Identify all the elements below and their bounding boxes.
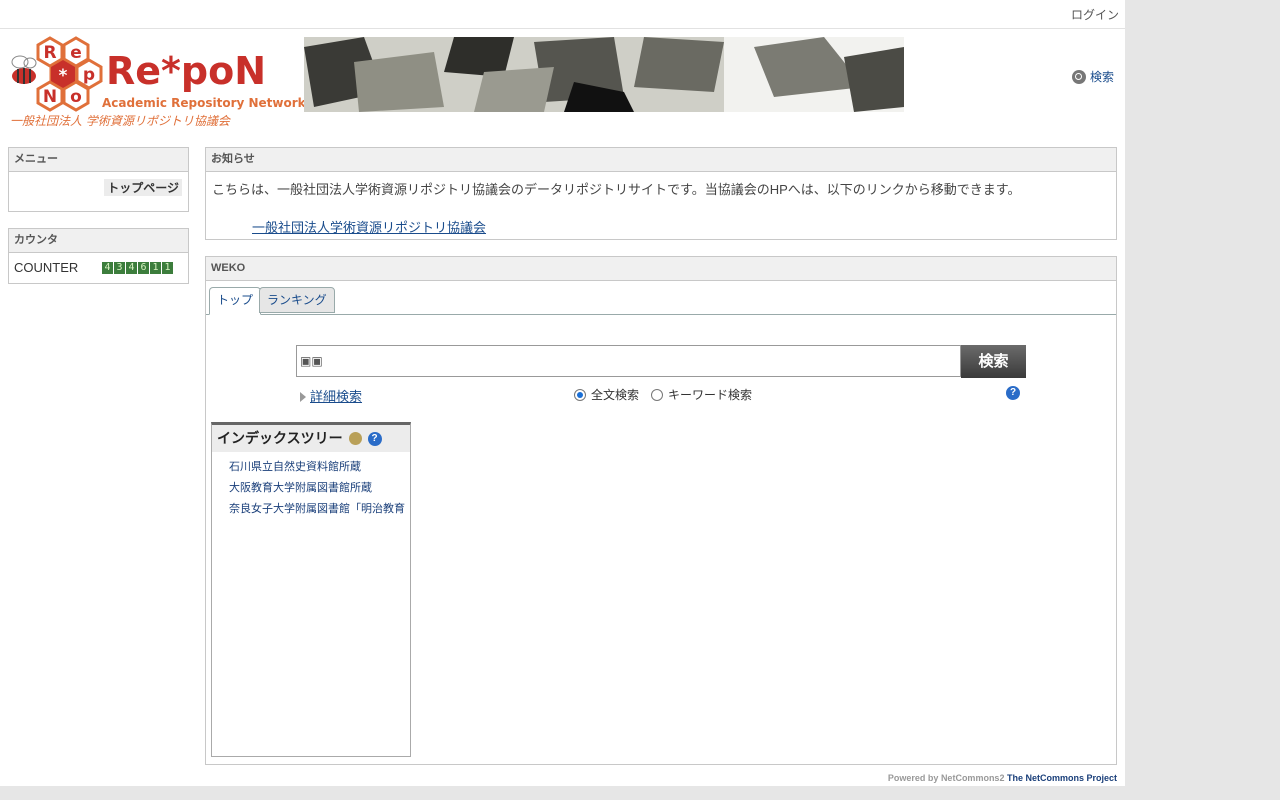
tab-ranking[interactable]: ランキング — [259, 287, 335, 313]
weko-title: WEKO — [206, 257, 1116, 281]
search-icon — [1072, 69, 1086, 84]
menu-item-top-page[interactable]: トップページ — [104, 179, 182, 196]
login-link[interactable]: ログイン — [1071, 6, 1119, 23]
binoculars-icon: ▣▣ — [300, 354, 323, 368]
tab-top[interactable]: トップ — [209, 287, 262, 315]
index-tree-help-icon[interactable]: ? — [367, 431, 382, 446]
weko-panel: WEKO トップ ランキング ▣▣ 検索 詳細検索 全文検索 キーワード検索 ?… — [205, 256, 1117, 765]
notice-title: お知らせ — [206, 148, 1116, 172]
index-tree-list: 石川県立自然史資料館所蔵 大阪教育大学附属図書館所蔵 奈良女子大学附属図書館「明… — [212, 457, 410, 520]
logo-hex-letter: N — [43, 87, 57, 107]
footer-powered: Powered by NetCommons2 — [887, 773, 1005, 783]
top-bar: ログイン — [0, 0, 1125, 29]
counter-digit: 3 — [114, 262, 125, 274]
counter-title: カウンタ — [9, 229, 188, 253]
triangle-right-icon — [300, 392, 306, 402]
search-input[interactable]: ▣▣ — [296, 345, 961, 377]
notice-panel: お知らせ こちらは、一般社団法人学術資源リポジトリ協議会のデータリポジトリサイト… — [205, 147, 1117, 240]
logo-graphic: R e p o N * Re*poN Academic Repository N… — [10, 36, 307, 128]
bee-icon — [11, 55, 37, 84]
counter-digit: 4 — [126, 262, 137, 274]
index-tree-title: インデックスツリー — [217, 430, 343, 446]
logo-hex-letter: e — [70, 43, 82, 63]
fulltext-radio-label: 全文検索 — [591, 388, 640, 402]
keyword-radio-label: キーワード検索 — [668, 388, 753, 402]
search-mode-group: 全文検索 キーワード検索 — [574, 386, 752, 403]
header-banner-image — [304, 37, 904, 112]
menu-title: メニュー — [9, 148, 188, 172]
search-button[interactable]: 検索 — [961, 345, 1026, 378]
counter-panel: カウンタ COUNTER 4 3 4 6 1 1 — [8, 228, 189, 284]
logo-hex-letter: R — [43, 43, 56, 63]
footer-project-link[interactable]: The NetCommons Project — [1007, 773, 1117, 783]
logo-hex-letter: o — [70, 87, 82, 107]
logo-subtitle: Academic Repository Network — [102, 96, 306, 110]
logo-org: 一般社団法人 学術資源リポジトリ協議会 — [10, 114, 232, 128]
keyword-radio[interactable] — [651, 388, 664, 401]
counter-digit: 6 — [138, 262, 149, 274]
counter-digit: 1 — [162, 262, 173, 274]
index-tree-item[interactable]: 大阪教育大学附属図書館所蔵 — [212, 478, 410, 499]
counter-digit: 1 — [150, 262, 161, 274]
advanced-search-label: 詳細検索 — [310, 389, 363, 404]
fulltext-radio[interactable] — [574, 388, 586, 401]
site-logo[interactable]: R e p o N * Re*poN Academic Repository N… — [6, 36, 307, 131]
logo-brand: Re*poN — [106, 49, 266, 93]
index-tree-item[interactable]: 奈良女子大学附属図書館「明治教育 — [212, 499, 410, 520]
logo-hex-letter: p — [83, 65, 95, 85]
counter-digits: 4 3 4 6 1 1 — [102, 262, 173, 274]
logo-hex-letter: * — [59, 66, 68, 86]
index-tree-panel: インデックスツリー ? 石川県立自然史資料館所蔵 大阪教育大学附属図書館所蔵 奈… — [211, 422, 411, 757]
tabs-divider — [206, 314, 1116, 315]
counter-digit: 4 — [102, 262, 113, 274]
header-search-link[interactable]: 検索 — [1072, 68, 1114, 85]
index-tree-header: インデックスツリー ? — [212, 425, 410, 452]
menu-panel: メニュー トップページ — [8, 147, 189, 212]
page: ログイン R e p o N * Re*poN Academic Reposit… — [0, 0, 1125, 786]
header-search-label: 検索 — [1090, 70, 1115, 84]
advanced-search-link[interactable]: 詳細検索 — [300, 386, 362, 405]
index-tree-item[interactable]: 石川県立自然史資料館所蔵 — [212, 457, 410, 478]
notice-link[interactable]: 一般社団法人学術資源リポジトリ協議会 — [252, 217, 486, 236]
counter-label: COUNTER — [14, 260, 79, 275]
search-help-icon[interactable]: ? — [1006, 386, 1020, 400]
settings-icon[interactable] — [348, 432, 362, 445]
notice-text: こちらは、一般社団法人学術資源リポジトリ協議会のデータリポジトリサイトです。当協… — [212, 182, 1021, 197]
footer: Powered by NetCommons2 The NetCommons Pr… — [888, 773, 1117, 783]
